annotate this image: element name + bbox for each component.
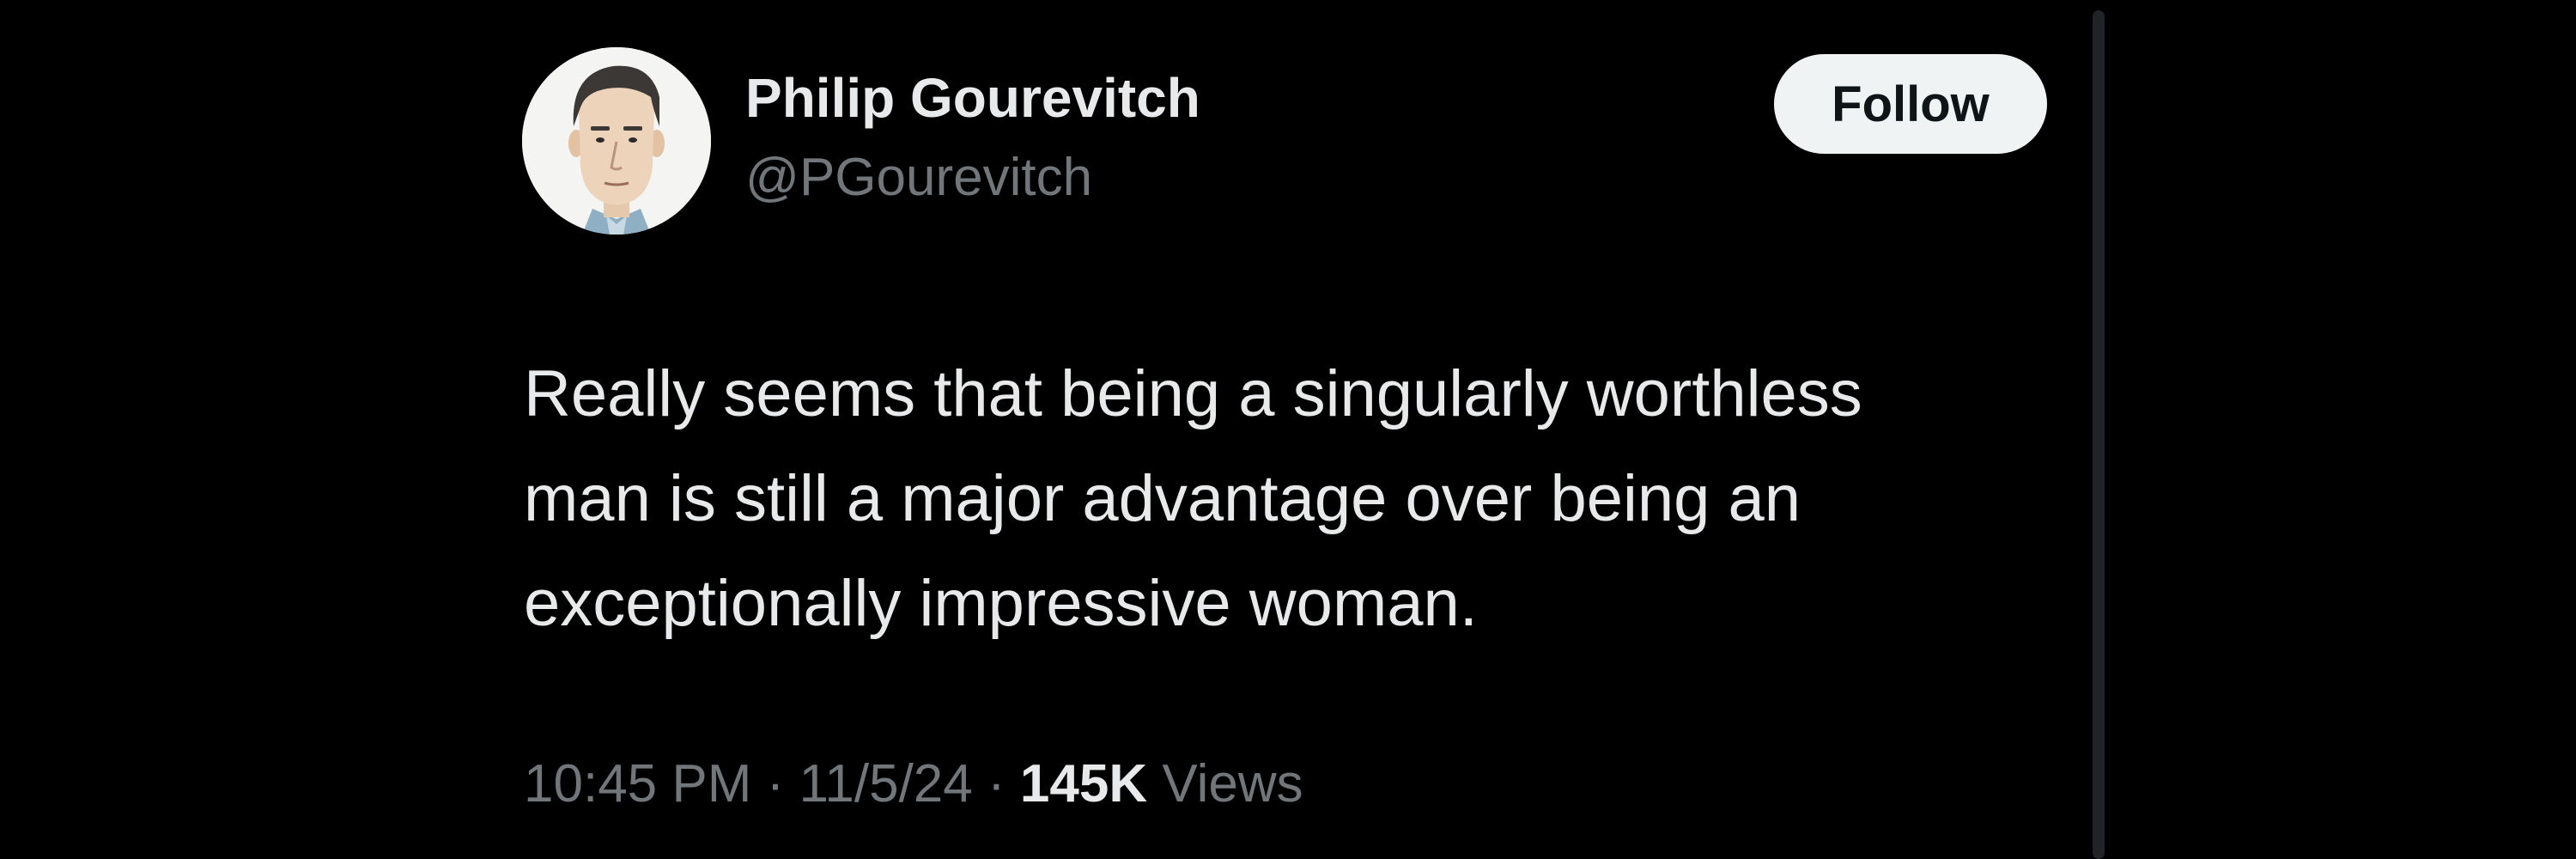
avatar-illustration: [522, 47, 711, 235]
avatar[interactable]: [522, 47, 711, 235]
tweet-date[interactable]: 11/5/24: [799, 754, 973, 813]
views-label: Views: [1162, 754, 1303, 813]
column-divider: [2093, 10, 2105, 859]
meta-separator: ·: [766, 754, 785, 813]
follow-button[interactable]: Follow: [1774, 54, 2047, 154]
author-display-name[interactable]: Philip Gourevitch: [745, 70, 1200, 125]
tweet-text-line: Really seems that being a singularly wor…: [524, 357, 1862, 430]
meta-separator: ·: [987, 754, 1005, 813]
author-handle[interactable]: @PGourevitch: [745, 151, 1092, 204]
tweet-text: Really seems that being a singularly wor…: [524, 342, 2052, 656]
views-count: 145K: [1019, 754, 1148, 813]
tweet-text-line: man is still a major advantage over bein…: [524, 462, 1801, 535]
tweet-text-line: exceptionally impressive woman.: [524, 567, 1478, 640]
tweet-time[interactable]: 10:45 PM: [524, 754, 751, 813]
tweet-meta: 10:45 PM · 11/5/24 · 145K Views: [524, 758, 1303, 811]
